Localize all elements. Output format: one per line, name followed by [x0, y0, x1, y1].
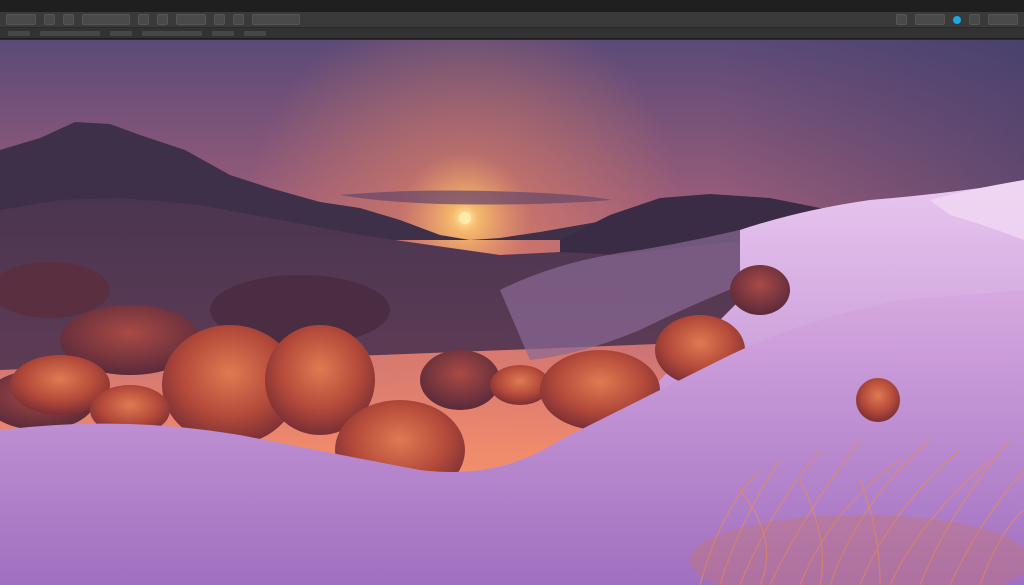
tool-button[interactable] — [6, 14, 36, 25]
menu-bar — [0, 0, 1024, 12]
landscape-photo — [0, 40, 1024, 585]
option-control[interactable] — [142, 30, 202, 36]
tool-button[interactable] — [44, 14, 55, 25]
toolbar — [0, 12, 1024, 28]
option-control[interactable] — [244, 30, 266, 36]
tool-button[interactable] — [138, 14, 149, 25]
options-bar — [0, 28, 1024, 39]
option-control[interactable] — [40, 30, 100, 36]
tool-button[interactable] — [63, 14, 74, 25]
tool-button[interactable] — [915, 14, 945, 25]
option-control[interactable] — [8, 30, 30, 36]
photo-editor-window — [0, 0, 1024, 585]
menu-item[interactable] — [22, 0, 24, 12]
tool-button[interactable] — [82, 14, 130, 25]
menu-item[interactable] — [54, 0, 56, 12]
image-canvas[interactable] — [0, 40, 1024, 585]
tool-button[interactable] — [214, 14, 225, 25]
tool-button[interactable] — [233, 14, 244, 25]
tool-button[interactable] — [969, 14, 980, 25]
small-bush — [856, 378, 900, 422]
shrub — [730, 265, 790, 315]
status-dot-icon[interactable] — [953, 15, 961, 24]
tool-button[interactable] — [252, 14, 300, 25]
tool-button[interactable] — [157, 14, 168, 25]
sun — [459, 212, 471, 224]
tool-button[interactable] — [896, 14, 907, 25]
menu-item[interactable] — [6, 0, 8, 12]
tool-button[interactable] — [176, 14, 206, 25]
menu-item[interactable] — [38, 0, 40, 12]
option-control[interactable] — [212, 30, 234, 36]
shrub — [420, 350, 500, 410]
tool-button[interactable] — [988, 14, 1018, 25]
option-control[interactable] — [110, 30, 132, 36]
